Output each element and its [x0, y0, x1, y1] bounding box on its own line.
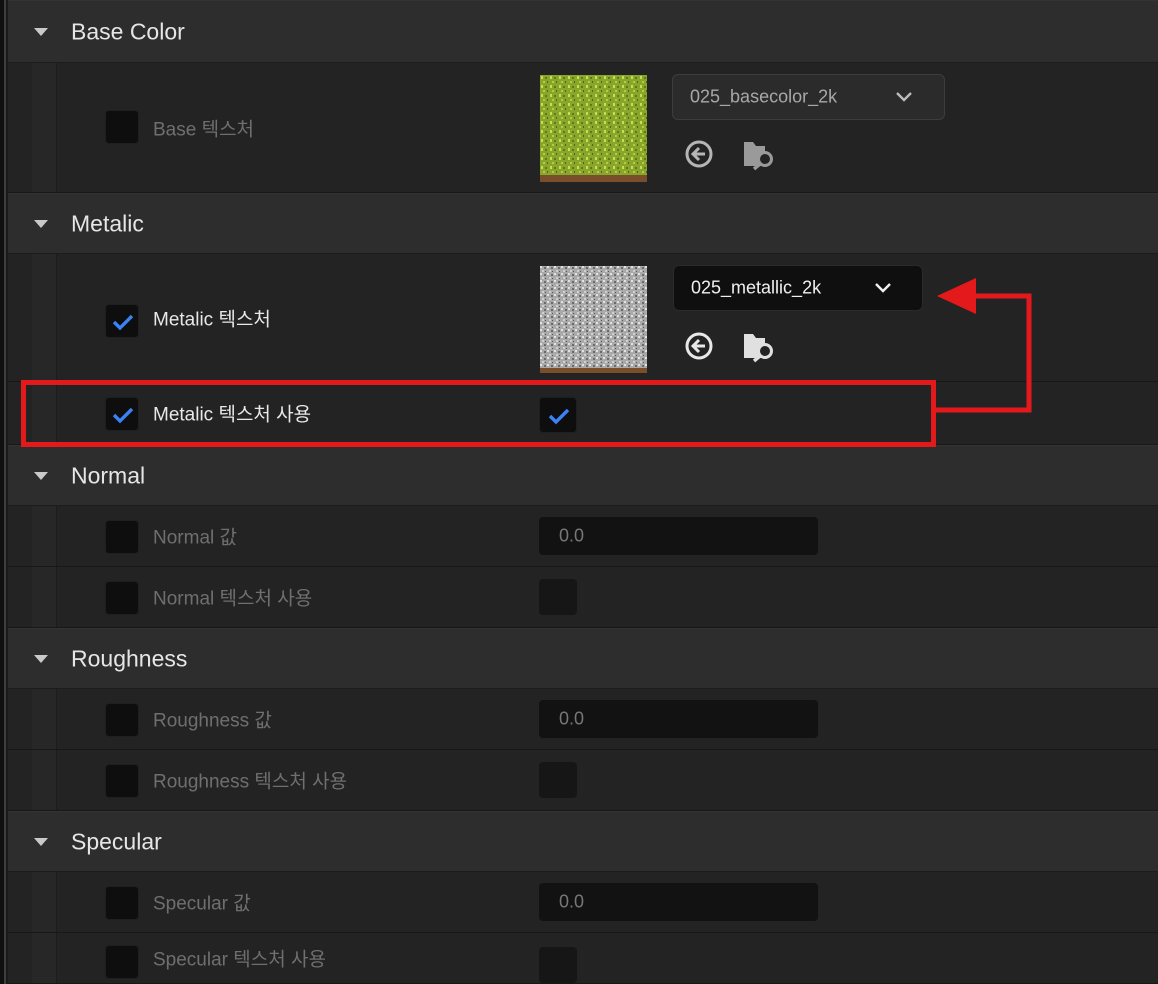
annotation-arrow-icon: [935, 278, 1032, 413]
details-panel: Base Color Base 텍스처 025_basecolor_2k Met…: [0, 0, 1158, 984]
